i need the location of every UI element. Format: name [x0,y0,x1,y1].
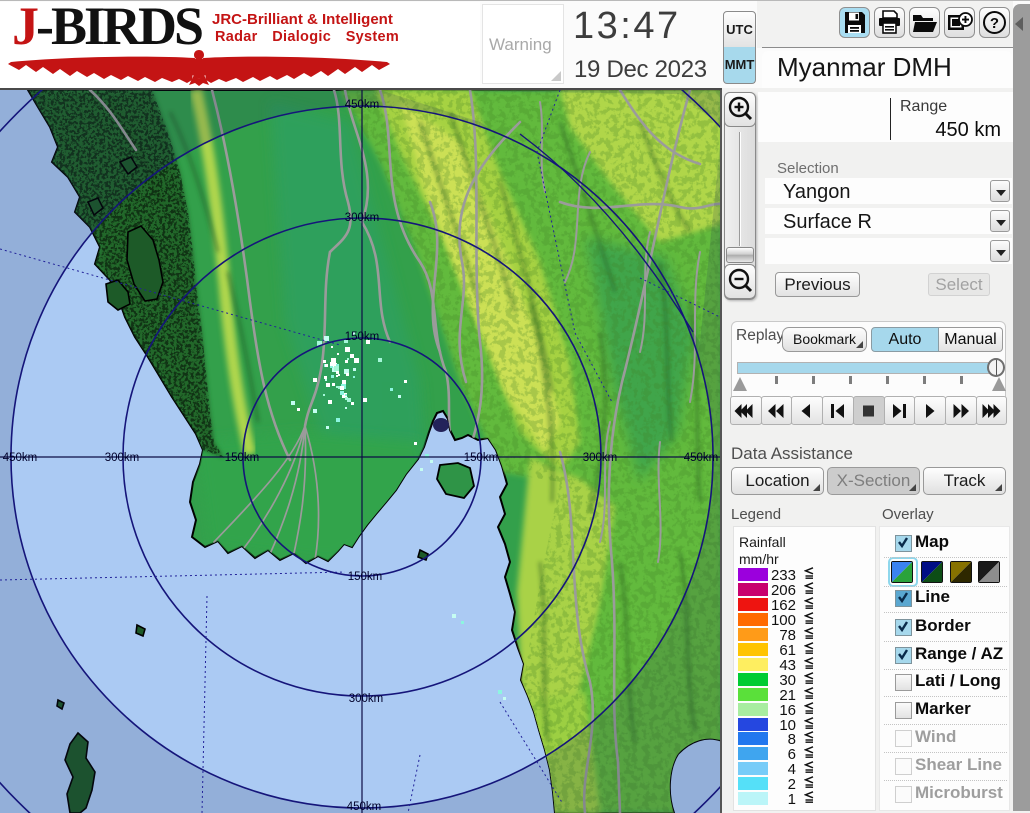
svg-text:150km: 150km [464,452,499,464]
svg-text:300km: 300km [583,452,618,464]
svg-text:450km: 450km [3,452,38,464]
svg-text:300km: 300km [105,452,140,464]
svg-text:150km: 150km [345,331,380,343]
svg-text:300km: 300km [349,693,384,705]
svg-text:150km: 150km [348,571,383,583]
svg-text:450km: 450km [345,99,380,111]
svg-text:450km: 450km [347,801,382,813]
svg-text:300km: 300km [345,212,380,224]
svg-text:450km: 450km [684,452,719,464]
svg-text:?: ? [990,15,999,32]
svg-text:150km: 150km [225,452,260,464]
